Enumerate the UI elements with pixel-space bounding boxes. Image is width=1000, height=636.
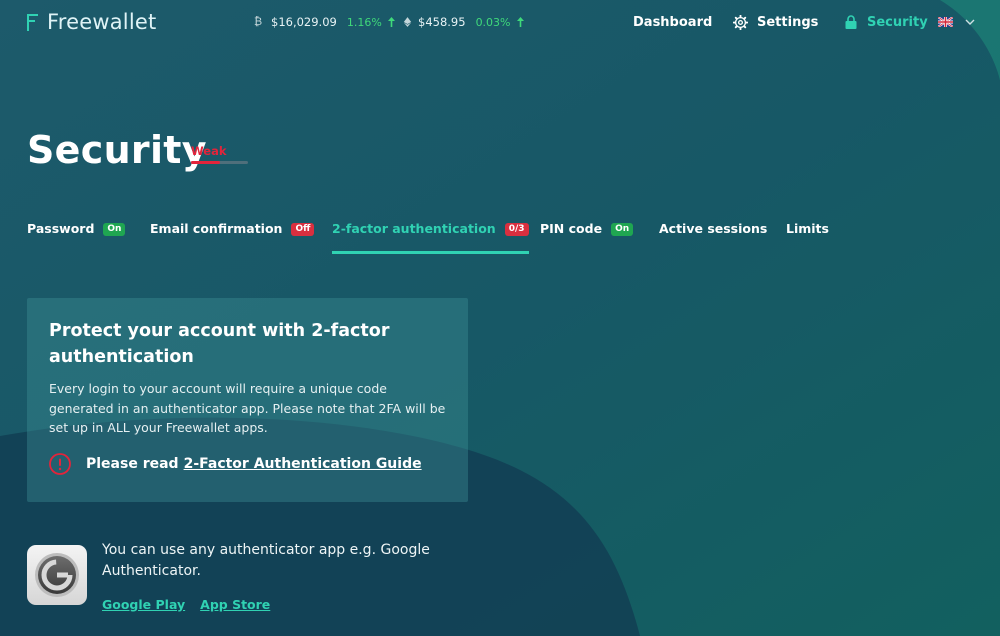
btc-price: $16,029.09 [271, 15, 337, 29]
tab-2fa-label: 2-factor authentication [332, 221, 496, 236]
tab-email-label: Email confirmation [150, 221, 283, 236]
lock-icon [845, 15, 857, 29]
tab-limits-label: Limits [786, 221, 829, 236]
nav-settings-label: Settings [757, 14, 819, 30]
brand-name: Freewallet [47, 10, 157, 34]
nav-dashboard-label: Dashboard [633, 14, 713, 30]
store-links: Google Play App Store [102, 597, 270, 612]
strength-bar-fill [191, 161, 220, 164]
arrow-up-icon [387, 17, 395, 27]
eth-price: $458.95 [418, 15, 466, 29]
nav-dashboard[interactable]: Dashboard [633, 12, 712, 32]
btc-ticker: ₿ $16,029.09 1.16% [254, 14, 395, 30]
gear-icon [733, 14, 748, 30]
tab-pin-code[interactable]: PIN code On [540, 221, 634, 254]
ethereum-icon [403, 17, 412, 27]
warning-icon [49, 453, 71, 475]
uk-flag-icon [938, 17, 953, 27]
freewallet-logo-icon [27, 13, 38, 31]
tab-limits[interactable]: Limits [786, 221, 829, 254]
authenticator-hint: You can use any authenticator app e.g. G… [102, 542, 430, 579]
tab-password[interactable]: Password On [27, 221, 126, 254]
bitcoin-icon: ₿ [254, 15, 263, 28]
guide-notice: Please read 2-Factor Authentication Guid… [49, 453, 422, 475]
tab-sessions-label: Active sessions [659, 221, 768, 236]
status-badge: On [611, 223, 634, 236]
guide-prefix: Please read [86, 456, 179, 472]
nav-security[interactable]: Security [845, 12, 928, 32]
btc-change: 1.16% [346, 15, 382, 29]
status-badge: 0/3 [504, 223, 529, 236]
google-play-link[interactable]: Google Play [102, 597, 185, 612]
strength-label: Weak [191, 144, 227, 158]
nav-security-label: Security [867, 14, 928, 30]
tab-pin-label: PIN code [540, 221, 603, 236]
app-store-link[interactable]: App Store [200, 597, 270, 612]
card-title: Protect your account with 2-factor authe… [49, 321, 390, 367]
arrow-up-icon [516, 17, 524, 27]
tab-active-sessions[interactable]: Active sessions [659, 221, 767, 254]
status-badge: Off [291, 223, 315, 236]
nav-settings[interactable]: Settings [733, 12, 818, 32]
2fa-info-card: Protect your account with 2-factor authe… [27, 298, 468, 502]
brand-logo[interactable]: Freewallet [26, 10, 156, 34]
google-authenticator-icon [27, 545, 87, 605]
strength-bar [191, 161, 248, 164]
tab-2fa[interactable]: 2-factor authentication 0/3 [332, 221, 529, 254]
tab-password-label: Password [27, 221, 95, 236]
page-title: Security [27, 128, 207, 172]
card-description: Every login to your account will require… [49, 381, 446, 435]
chevron-down-icon [965, 19, 975, 25]
tab-email-confirmation[interactable]: Email confirmation Off [150, 221, 315, 254]
eth-change: 0.03% [475, 15, 511, 29]
language-selector[interactable] [938, 15, 975, 29]
eth-ticker: $458.95 0.03% [403, 14, 524, 30]
2fa-guide-link[interactable]: 2-Factor Authentication Guide [184, 456, 422, 472]
security-strength: Weak [191, 144, 249, 164]
status-badge: On [103, 223, 126, 236]
